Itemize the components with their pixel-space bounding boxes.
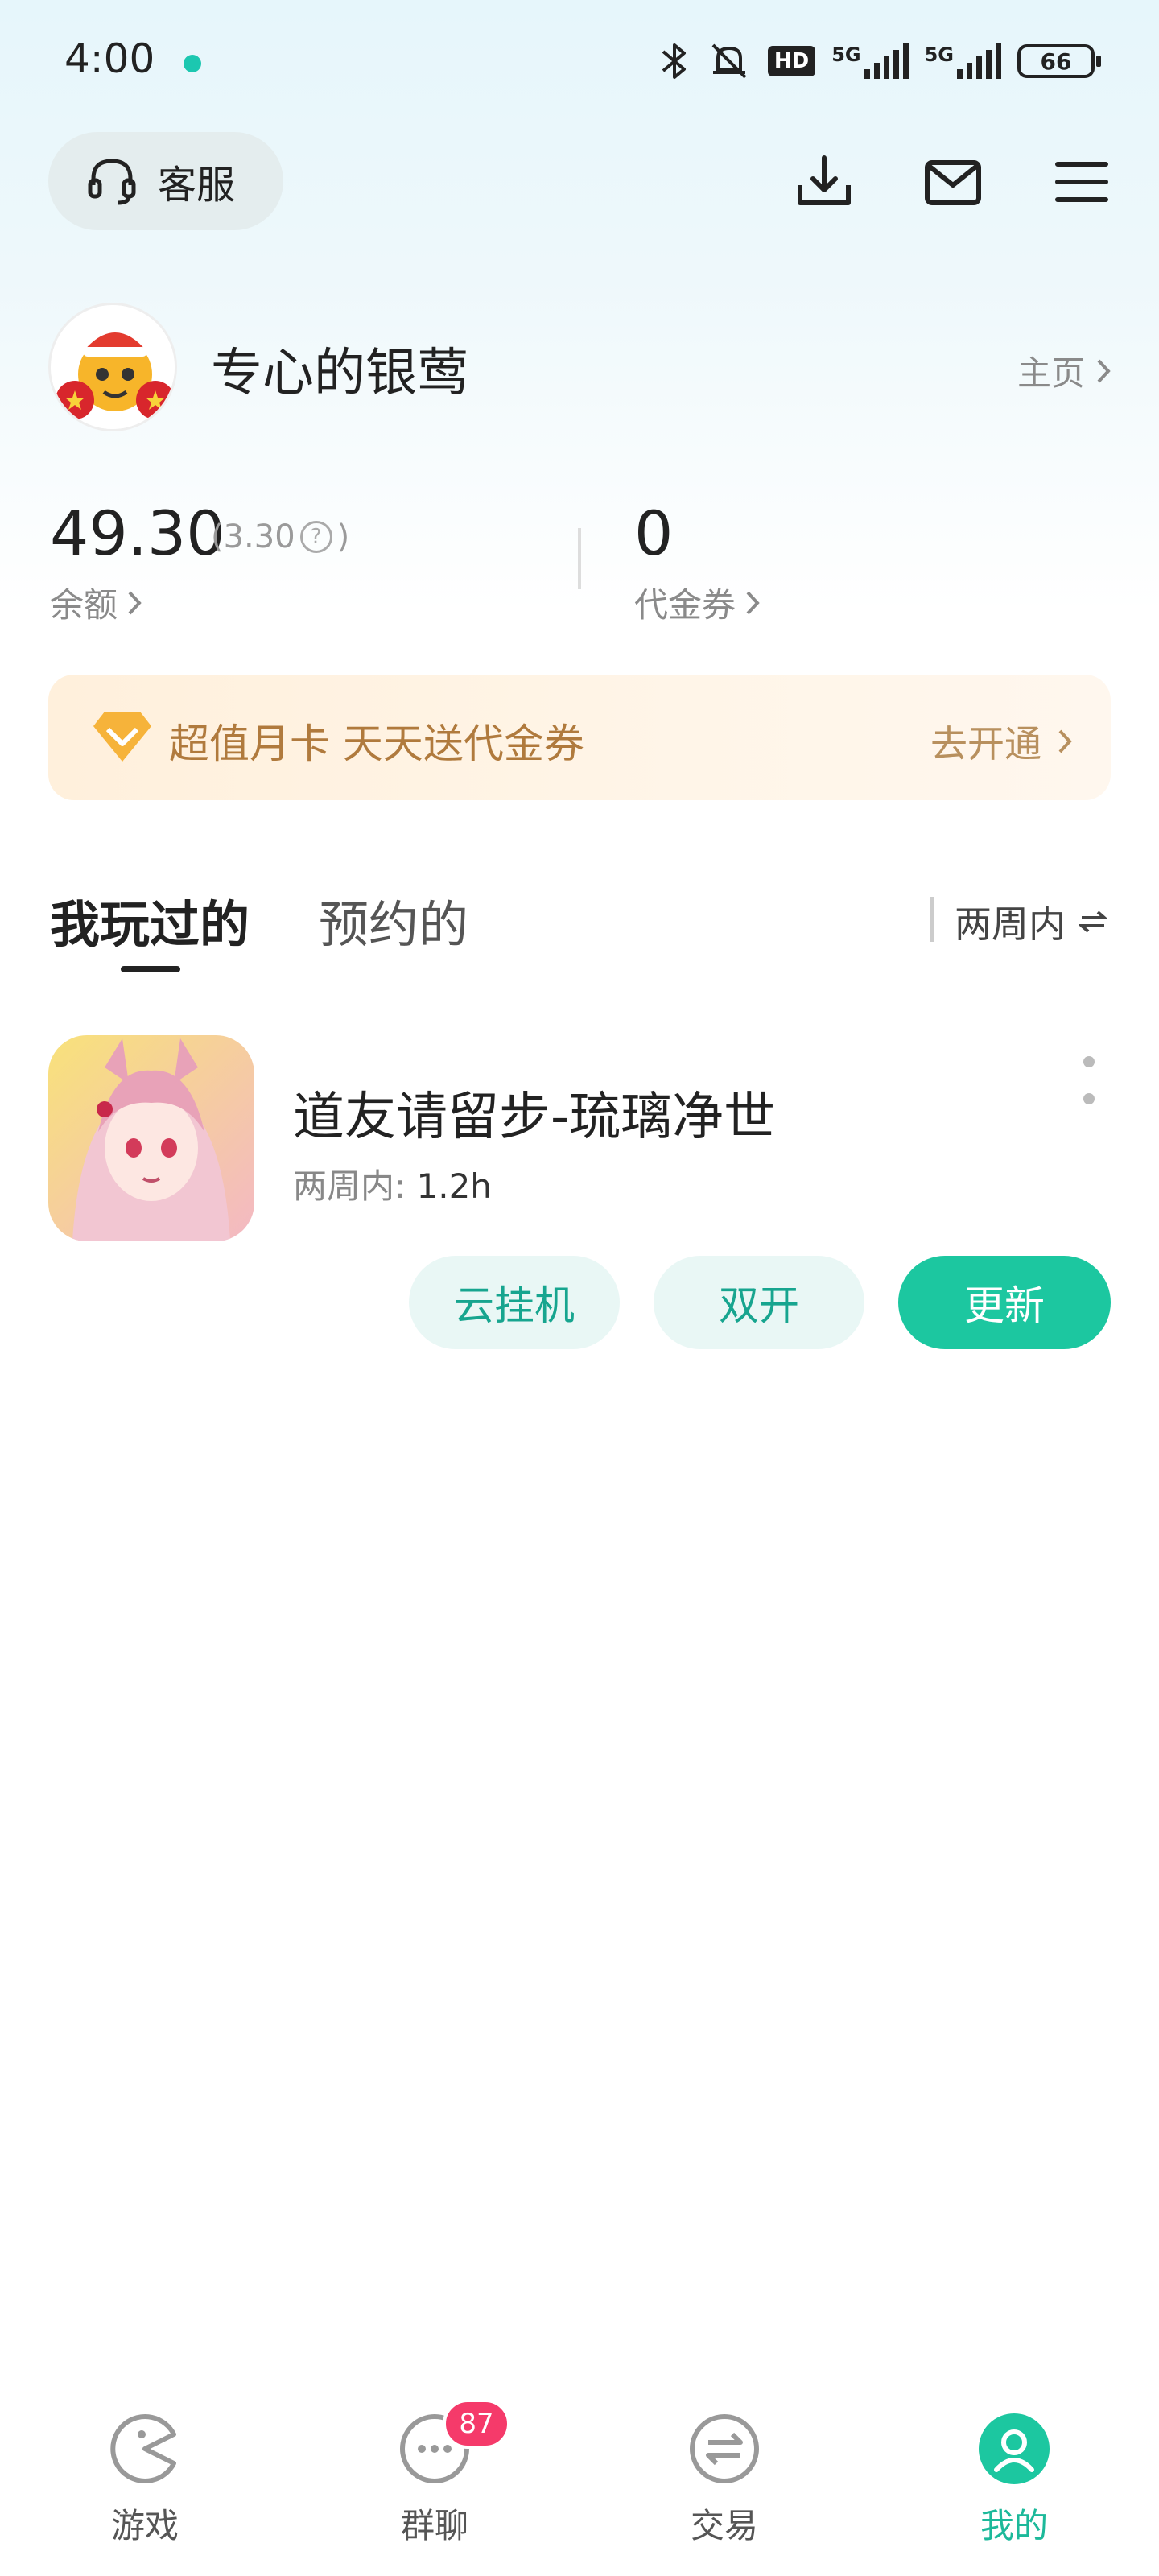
headset-icon bbox=[88, 159, 136, 205]
hd-badge: HD bbox=[767, 46, 816, 76]
avatar[interactable] bbox=[48, 303, 177, 431]
nav-item-trade[interactable]: 交易 bbox=[628, 2413, 821, 2548]
nav-item-games[interactable]: 游戏 bbox=[48, 2413, 241, 2548]
battery-icon: 66 bbox=[1017, 44, 1101, 78]
home-link[interactable]: 主页 bbox=[1017, 346, 1111, 395]
update-button[interactable]: 更新 bbox=[898, 1256, 1111, 1349]
nav-label-chat: 群聊 bbox=[400, 2506, 468, 2545]
signal-icon-2: 5G bbox=[925, 43, 1001, 79]
chevron-right-icon bbox=[746, 591, 760, 614]
banner-text: 超值月卡 天天送代金券 bbox=[169, 720, 584, 767]
signal-label-2: 5G bbox=[924, 43, 954, 66]
status-bar: 4:00 HD 5G 5G 66 bbox=[0, 0, 1159, 129]
chevron-right-icon bbox=[1097, 359, 1111, 382]
game-playtime: 两周内: 1.2h bbox=[293, 1159, 492, 1208]
chevron-right-icon bbox=[128, 591, 142, 614]
balance-label: 余额 bbox=[50, 585, 118, 625]
voucher-link[interactable]: 代金券 bbox=[634, 578, 760, 627]
nav-item-mine[interactable]: 我的 bbox=[918, 2413, 1111, 2548]
help-icon[interactable]: ? bbox=[299, 521, 332, 553]
avatar-mascot-icon bbox=[51, 305, 175, 429]
nav-label-games: 游戏 bbox=[110, 2506, 179, 2545]
balance-sub-amount: (3.30 bbox=[211, 518, 295, 555]
customer-service-label: 客服 bbox=[158, 163, 236, 208]
banner-open-button[interactable]: 去开通 bbox=[930, 715, 1072, 768]
tab-played[interactable]: 我玩过的 bbox=[50, 884, 250, 956]
game-playtime-label: 两周内: bbox=[293, 1166, 417, 1206]
bluetooth-icon bbox=[662, 43, 686, 79]
wallet-divider bbox=[578, 528, 581, 589]
profile-icon bbox=[979, 2413, 1050, 2484]
exchange-icon bbox=[690, 2414, 759, 2483]
diamond-icon bbox=[93, 712, 151, 762]
status-time: 4:00 bbox=[64, 35, 155, 82]
game-title[interactable]: 道友请留步-琉璃净世 bbox=[293, 1075, 775, 1150]
tab-reserved[interactable]: 预约的 bbox=[319, 884, 468, 956]
voucher-value[interactable]: 0 bbox=[634, 497, 673, 569]
cloud-hangup-button[interactable]: 云挂机 bbox=[409, 1256, 620, 1349]
notification-dot-icon bbox=[184, 55, 201, 72]
balance-link[interactable]: 余额 bbox=[50, 578, 142, 627]
game-playtime-value: 1.2h bbox=[416, 1166, 492, 1206]
mail-icon[interactable] bbox=[921, 150, 985, 214]
home-link-label: 主页 bbox=[1017, 353, 1085, 393]
voucher-label: 代金券 bbox=[634, 585, 736, 625]
signal-label: 5G bbox=[831, 43, 861, 66]
balance-value[interactable]: 49.30 bbox=[50, 497, 225, 569]
balance-sub-close: ) bbox=[336, 518, 350, 555]
username: 专心的银莺 bbox=[211, 344, 468, 403]
customer-service-button[interactable]: 客服 bbox=[48, 132, 283, 230]
chat-unread-badge: 87 bbox=[443, 2399, 510, 2449]
period-divider bbox=[930, 897, 934, 942]
signal-icon: 5G bbox=[831, 43, 909, 79]
period-filter-button[interactable]: 两周内 bbox=[955, 895, 1107, 948]
month-card-banner[interactable]: 超值月卡 天天送代金券 去开通 bbox=[48, 675, 1111, 800]
game-icon[interactable] bbox=[48, 1035, 254, 1241]
game-artwork-icon bbox=[48, 1035, 254, 1241]
status-icons: HD 5G 5G 66 bbox=[658, 40, 1101, 82]
tab-indicator bbox=[121, 966, 180, 972]
chevron-right-icon bbox=[1058, 729, 1072, 753]
more-options-icon[interactable] bbox=[1077, 1056, 1101, 1104]
nav-label-trade: 交易 bbox=[690, 2506, 758, 2545]
balance-sub: (3.30 ? ) bbox=[211, 518, 349, 555]
menu-icon[interactable] bbox=[1050, 150, 1114, 214]
bottom-nav: 游戏 群聊 87 交易 我的 bbox=[0, 2383, 1159, 2576]
download-icon[interactable] bbox=[792, 150, 856, 214]
dual-open-button[interactable]: 双开 bbox=[654, 1256, 864, 1349]
banner-open-label: 去开通 bbox=[930, 722, 1041, 766]
swap-icon bbox=[1079, 910, 1107, 933]
period-filter-label: 两周内 bbox=[955, 902, 1066, 946]
pacman-icon bbox=[110, 2414, 176, 2483]
nav-label-mine: 我的 bbox=[980, 2506, 1048, 2545]
mute-bell-icon bbox=[711, 43, 747, 79]
